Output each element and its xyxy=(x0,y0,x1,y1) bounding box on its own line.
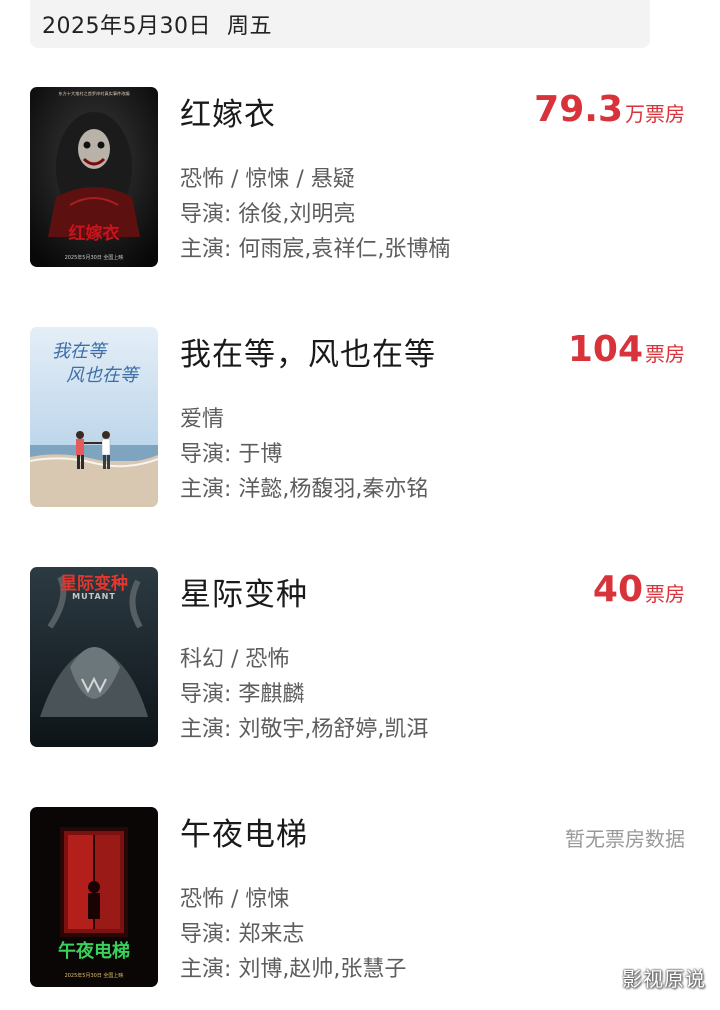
box-office-value: 40 xyxy=(592,569,643,610)
movie-genre: 科幻 / 恐怖 xyxy=(180,647,290,672)
movie-poster[interactable]: 东方十大鬼村之首罗岸村真实事件改编 红嫁衣 2025年5月30日 全国上映 xyxy=(30,87,158,267)
box-office-value: 79.3 xyxy=(534,89,623,130)
movie-poster[interactable]: 星际变种 MUTANT xyxy=(30,567,158,747)
poster-top-text: 东方十大鬼村之首罗岸村真实事件改编 xyxy=(58,90,129,97)
movie-title[interactable]: 我在等，风也在等 xyxy=(180,329,436,374)
movie-item[interactable]: 星际变种 MUTANT 星际变种 40 票房 科幻 / 恐怖 导演: 李麒麟 主演… xyxy=(30,567,690,747)
movie-poster[interactable]: 午夜电梯 2025年5月30日 全国上映 xyxy=(30,807,158,987)
movie-genre: 恐怖 / 惊悚 / 悬疑 xyxy=(180,167,355,192)
movie-cast: 主演: 刘敬宇,杨舒婷,凯洱 xyxy=(180,717,429,742)
movie-cast: 主演: 刘博,赵帅,张慧子 xyxy=(180,957,407,982)
box-office: 40 票房 xyxy=(593,569,685,610)
poster-date: 2025年5月30日 全国上映 xyxy=(65,254,124,261)
date-header: 2025年5月30日 周五 xyxy=(30,0,650,48)
watermark: 影视原说 xyxy=(622,967,706,991)
weekday-text: 周五 xyxy=(226,14,272,39)
poster-image: 我在等 风也在等 xyxy=(30,327,158,507)
box-office-value: 104 xyxy=(567,329,643,370)
movie-title[interactable]: 红嫁衣 xyxy=(180,89,276,134)
poster-image: 午夜电梯 2025年5月30日 全国上映 xyxy=(30,807,158,987)
movie-title[interactable]: 午夜电梯 xyxy=(180,809,308,854)
movie-item[interactable]: 东方十大鬼村之首罗岸村真实事件改编 红嫁衣 2025年5月30日 全国上映 红嫁… xyxy=(30,87,690,267)
poster-title-line2: 风也在等 xyxy=(66,365,141,386)
movie-director: 导演: 郑来志 xyxy=(180,922,305,947)
movie-poster[interactable]: 我在等 风也在等 xyxy=(30,327,158,507)
movie-director: 导演: 徐俊,刘明亮 xyxy=(180,202,356,227)
box-office: 104 票房 xyxy=(568,329,685,370)
movie-item[interactable]: 午夜电梯 2025年5月30日 全国上映 午夜电梯 暂无票房数据 恐怖 / 惊悚… xyxy=(30,807,690,987)
movie-item[interactable]: 我在等 风也在等 我在等，风也在等 104 票房 爱情 导演: 于博 主演: 洋懿… xyxy=(30,327,690,507)
box-office-unit: 万票房 xyxy=(625,102,685,126)
poster-title: 午夜电梯 xyxy=(58,940,130,962)
movie-cast: 主演: 何雨宸,袁祥仁,张博楠 xyxy=(180,237,451,262)
poster-date: 2025年5月30日 全国上映 xyxy=(65,972,124,979)
movie-genre: 爱情 xyxy=(180,407,225,432)
box-office-unit: 票房 xyxy=(645,582,685,606)
poster-subtitle: MUTANT xyxy=(72,592,116,601)
movie-director: 导演: 于博 xyxy=(180,442,283,467)
poster-image: 东方十大鬼村之首罗岸村真实事件改编 红嫁衣 2025年5月30日 全国上映 xyxy=(30,87,158,267)
box-office: 79.3 万票房 xyxy=(534,89,685,130)
poster-image: 星际变种 MUTANT xyxy=(30,567,158,747)
poster-title-line1: 我在等 xyxy=(52,341,109,362)
movie-cast: 主演: 洋懿,杨馥羽,秦亦铭 xyxy=(180,477,429,502)
date-text: 2025年5月30日 xyxy=(42,14,211,39)
box-office-none: 暂无票房数据 xyxy=(565,827,685,851)
movie-genre: 恐怖 / 惊悚 xyxy=(180,887,290,912)
movie-director: 导演: 李麒麟 xyxy=(180,682,305,707)
box-office-unit: 票房 xyxy=(645,342,685,366)
poster-title: 星际变种 xyxy=(60,573,128,594)
movie-title[interactable]: 星际变种 xyxy=(180,569,308,614)
poster-title: 红嫁衣 xyxy=(69,223,120,244)
